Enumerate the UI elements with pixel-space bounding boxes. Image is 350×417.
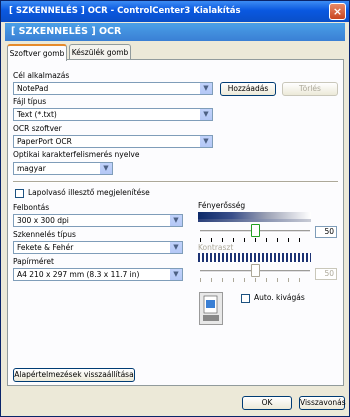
paper-size-label: Papírméret [13, 257, 54, 266]
separator [13, 181, 338, 183]
ocr-language-select[interactable]: magyar ▼ [13, 162, 113, 175]
title-bar: [ SZKENNELÉS ] OCR - ControlCenter3 Kial… [1, 1, 349, 22]
ocr-language-label: Optikai karakterfelismerés nyelve [13, 150, 140, 159]
resolution-select[interactable]: 300 x 300 dpi ▼ [13, 214, 183, 227]
chevron-down-icon: ▼ [99, 163, 112, 174]
contrast-scale [198, 253, 311, 262]
preview-checkbox[interactable] [15, 189, 24, 198]
chevron-down-icon: ▼ [169, 269, 182, 280]
contrast-slider-thumb[interactable] [251, 264, 260, 277]
chevron-down-icon: ▼ [199, 136, 212, 147]
scan-type-value: Fekete & Fehér [17, 243, 74, 252]
contrast-value[interactable]: 50 [315, 268, 337, 280]
settings-panel: Cél alkalmazás NotePad ▼ Hozzáadás Törlé… [7, 59, 344, 386]
chevron-down-icon: ▼ [199, 109, 212, 120]
chevron-down-icon: ▼ [169, 215, 182, 226]
close-icon: × [332, 5, 343, 18]
file-type-label: Fájl típus [13, 97, 47, 106]
preview-checkbox-label: Lapolvasó illesztő megjelenítése [28, 188, 150, 197]
chevron-down-icon: ▼ [199, 83, 212, 94]
close-button[interactable]: × [329, 3, 346, 20]
ocr-software-label: OCR szoftver [13, 124, 62, 133]
file-type-select[interactable]: Text (*.txt) ▼ [13, 108, 213, 121]
brightness-slider-thumb[interactable] [251, 224, 260, 237]
ocr-software-select[interactable]: PaperPort OCR ▼ [13, 135, 213, 148]
brightness-scale-shade [198, 219, 311, 222]
brightness-scale [198, 212, 311, 219]
tab-software-button[interactable]: Szoftver gomb [7, 44, 67, 61]
target-app-label: Cél alkalmazás [13, 71, 70, 80]
target-app-value: NotePad [17, 84, 49, 93]
scanner-document-icon [199, 292, 223, 325]
window-title: [ SZKENNELÉS ] OCR - ControlCenter3 Kial… [9, 6, 241, 16]
contrast-label: Kontraszt [198, 243, 234, 252]
cancel-button[interactable]: Visszavonás [299, 396, 346, 410]
file-type-value: Text (*.txt) [17, 110, 57, 119]
ocr-language-value: magyar [17, 164, 46, 173]
add-button[interactable]: Hozzáadás [220, 82, 276, 96]
scan-type-label: Szkennelés típus [13, 230, 76, 239]
chevron-down-icon: ▼ [169, 242, 182, 253]
paper-size-select[interactable]: A4 210 x 297 mm (8.3 x 11.7 in) ▼ [13, 268, 183, 281]
auto-crop-label: Auto. kivágás [254, 293, 305, 302]
ok-button[interactable]: OK [242, 396, 292, 410]
target-app-select[interactable]: NotePad ▼ [13, 82, 213, 95]
tab-device-button[interactable]: Készülék gomb [69, 44, 131, 60]
paper-size-value: A4 210 x 297 mm (8.3 x 11.7 in) [17, 270, 140, 279]
scan-type-select[interactable]: Fekete & Fehér ▼ [13, 241, 183, 254]
contrast-ticks [200, 278, 310, 282]
ocr-software-value: PaperPort OCR [17, 137, 72, 146]
page-title: [ SZKENNELÉS ] OCR [5, 23, 345, 41]
brightness-value[interactable]: 50 [315, 226, 337, 238]
resolution-label: Felbontás [13, 203, 50, 212]
dialog-window: [ SZKENNELÉS ] OCR - ControlCenter3 Kial… [0, 0, 350, 417]
restore-defaults-button[interactable]: Alapértelmezések visszaállítása [13, 368, 135, 382]
brightness-label: Fényerősség [198, 201, 246, 210]
delete-button[interactable]: Törlés [282, 82, 338, 96]
resolution-value: 300 x 300 dpi [17, 216, 69, 225]
auto-crop-checkbox[interactable] [241, 294, 250, 303]
brightness-ticks [200, 238, 310, 242]
